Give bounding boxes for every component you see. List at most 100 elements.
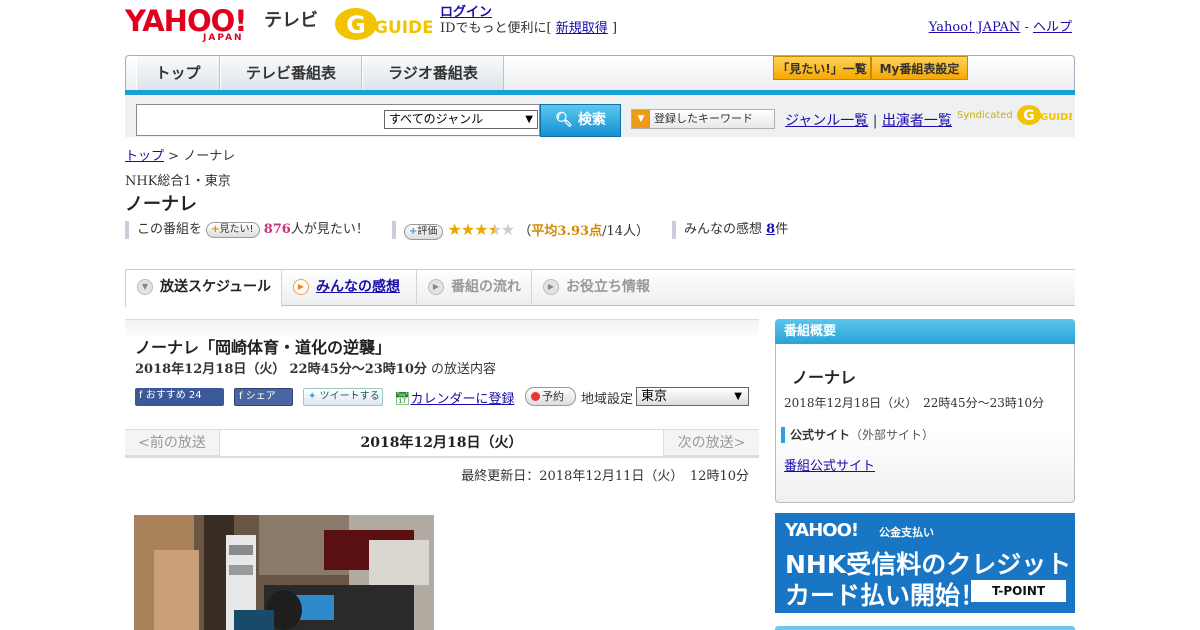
tv-label[interactable]: テレビ: [264, 6, 318, 32]
rate-button-label: 評価: [417, 226, 438, 237]
reserve-label: 予約: [542, 390, 564, 403]
nav-tab-tv-schedule[interactable]: テレビ番組表: [220, 56, 362, 90]
facebook-share-button[interactable]: f シェア: [234, 388, 293, 406]
want-button-label: 見たい!: [219, 224, 254, 235]
next-broadcast-link[interactable]: 次の放送>: [663, 430, 759, 456]
help-link[interactable]: ヘルプ: [1033, 20, 1072, 35]
banner-line2: カード払い開始！: [785, 581, 986, 610]
breadcrumb-separator: >: [168, 149, 180, 164]
facebook-recommend-button[interactable]: f おすすめ 24: [135, 388, 224, 406]
region-selected: 東京: [641, 389, 668, 404]
rate-button[interactable]: +評価: [404, 224, 444, 240]
cast-list-link[interactable]: 出演者一覧: [882, 113, 952, 129]
tweet-button[interactable]: ✦ ツイートする: [303, 388, 383, 406]
login-link[interactable]: ログイン: [440, 5, 492, 20]
official-site-link-wrap: 番組公式サイト: [784, 455, 875, 474]
next-box-top: [775, 626, 1075, 630]
tab-useful-info[interactable]: ▶ お役立ち情報: [532, 270, 662, 305]
facebook-icon: f: [139, 390, 143, 401]
yahoo-japan-link[interactable]: Yahoo! JAPAN: [929, 20, 1021, 35]
rating-count: /14人）: [602, 224, 650, 239]
official-site-link[interactable]: 番組公式サイト: [784, 459, 875, 474]
want-suffix: 人が見たい！: [290, 222, 369, 237]
reserve-button[interactable]: 予約: [525, 387, 576, 406]
top-right-links: Yahoo! JAPAN - ヘルプ: [929, 16, 1072, 35]
gguide-logo-icon: G GUIDE: [335, 8, 434, 40]
genre-select[interactable]: すべてのジャンル ▼: [384, 110, 538, 129]
svg-text:GUIDE: GUIDE: [374, 18, 432, 38]
search-button[interactable]: 🔍︎ 検索: [540, 104, 621, 137]
calendar-register[interactable]: 📅︎カレンダーに登録: [394, 388, 515, 407]
search-button-label: 検索: [577, 112, 606, 128]
want-to-watch-box: この番組を +見たい! 876人が見たい！: [125, 221, 369, 239]
official-site-heading: 公式サイト（外部サイト）: [781, 427, 934, 443]
genre-list-link[interactable]: ジャンル一覧: [785, 113, 868, 129]
summary-title: ノーナレ: [792, 368, 857, 387]
yahoo-japan-logo[interactable]: YAHOO! JAPAN: [125, 4, 260, 43]
twitter-bird-icon: ✦: [308, 391, 317, 402]
tab-program-flow[interactable]: ▶ 番組の流れ: [417, 270, 532, 305]
gguide-logo[interactable]: G GUIDE: [334, 6, 434, 42]
dropdown-arrow-icon: ▼: [525, 114, 533, 125]
yahoo-logo-text: YAHOO!: [125, 4, 247, 38]
chevron-down-icon: ▼: [137, 279, 153, 295]
star-icon: ★: [474, 220, 488, 239]
rating-average: 平均3.93点: [531, 224, 603, 239]
search-icon: 🔍︎: [555, 112, 573, 128]
page-title: ノーナレ: [125, 194, 197, 215]
episode-photo: [134, 515, 434, 630]
login-suffix: ]: [611, 21, 618, 36]
impressions-count-link[interactable]: 8: [766, 222, 775, 237]
plus-icon: +: [211, 224, 220, 235]
calendar-register-link[interactable]: カレンダーに登録: [411, 392, 515, 407]
breadcrumb-current: ノーナレ: [183, 149, 236, 164]
calendar-add-icon: 📅︎: [394, 392, 411, 407]
program-summary-header: 番組概要: [775, 319, 1075, 344]
official-site-label: 公式サイト: [790, 428, 851, 442]
want-list-button[interactable]: 「見たい!」一覧: [773, 56, 871, 80]
want-to-watch-button[interactable]: +見たい!: [206, 222, 260, 238]
prev-broadcast-link[interactable]: <前の放送: [125, 430, 220, 456]
rating-box: +評価 ★★★★★ （平均3.93点/14人）: [392, 220, 650, 240]
region-label: 地域設定: [581, 392, 634, 407]
facebook-icon: f: [239, 391, 243, 402]
impressions-box: みんなの感想 8件: [672, 221, 788, 239]
tweet-label: ツイートする: [319, 391, 380, 402]
tab-label: みんなの感想: [316, 279, 400, 295]
registered-keyword-button[interactable]: ▼ 登録したキーワード: [631, 109, 775, 129]
banner-sub: 公金支払い: [879, 526, 934, 539]
tab-broadcast-schedule[interactable]: ▼ 放送スケジュール: [125, 270, 282, 307]
syndicated-gguide: Syndicated G GUIDE: [957, 104, 1072, 126]
fb-share-label: シェア: [245, 391, 276, 402]
fb-recommend-label: おすすめ: [145, 390, 186, 401]
genre-selected: すべてのジャンル: [389, 112, 484, 126]
nav-tab-top[interactable]: トップ: [136, 56, 220, 90]
nhk-fee-banner[interactable]: YAHOO! 公金支払い NHK受信料のクレジット カード払い開始！ T-POI…: [775, 513, 1075, 613]
play-icon: ▶: [543, 279, 559, 295]
svg-text:G: G: [1023, 108, 1035, 124]
episode-title: ノーナレ「岡崎体育・道化の逆襲」: [135, 338, 392, 357]
banner-yahoo-logo: YAHOO!: [785, 520, 859, 541]
breadcrumb-top-link[interactable]: トップ: [125, 149, 164, 164]
play-icon: ▶: [293, 279, 309, 295]
program-summary-box: [775, 319, 1075, 503]
nav-tab-radio-schedule[interactable]: ラジオ番組表: [362, 56, 504, 90]
link-separator: -: [1020, 20, 1033, 35]
main-nav: トップ テレビ番組表 ラジオ番組表 「見たい!」一覧 My番組表設定: [125, 55, 1075, 93]
tab-label: 放送スケジュール: [160, 279, 272, 295]
signup-link[interactable]: 新規取得: [556, 21, 608, 36]
program-subtabs: ▼ 放送スケジュール ▶ みんなの感想 ▶ 番組の流れ ▶ お役立ち情報: [125, 269, 1075, 307]
episode-time: 22時45分～23時10分: [289, 362, 427, 377]
svg-text:G: G: [346, 11, 366, 39]
registered-keyword-label: 登録したキーワード: [654, 112, 753, 125]
search-links: ジャンル一覧 | 出演者一覧: [785, 110, 952, 130]
my-schedule-button[interactable]: My番組表設定: [871, 56, 968, 80]
fb-recommend-count: 24: [188, 390, 202, 401]
search-link-separator: |: [872, 113, 878, 129]
official-site-note: （外部サイト）: [850, 428, 935, 442]
episode-date: 2018年12月18日（火）: [135, 362, 286, 377]
tab-impressions[interactable]: ▶ みんなの感想: [282, 270, 417, 305]
star-icon: ★: [447, 220, 462, 239]
want-count: 876: [263, 222, 291, 237]
region-select[interactable]: 東京 ▼: [636, 387, 749, 406]
